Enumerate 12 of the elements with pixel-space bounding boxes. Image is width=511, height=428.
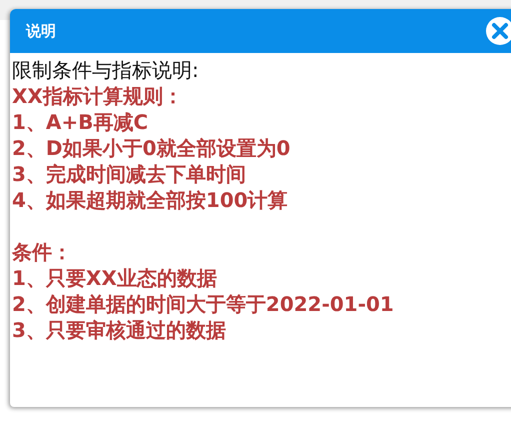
close-icon[interactable] — [485, 16, 511, 46]
rule-text: 2、D如果小于0就全部设置为0 — [12, 135, 292, 161]
rule-text: 4、如果超期就全部按100计算 — [12, 187, 289, 213]
rule-text: 2、创建单据的时间大于等于2022-01-01 — [12, 291, 395, 317]
section-heading: XX指标计算规则： — [12, 83, 184, 109]
rule-text: 3、只要审核通过的数据 — [12, 317, 227, 343]
rule-text: 1、A+B再减C — [12, 109, 150, 135]
window-title: 说明 — [26, 22, 56, 40]
rule-text: 3、完成时间减去下单时间 — [12, 161, 247, 187]
section-heading: 条件： — [12, 239, 73, 265]
rule-text: 1、只要XX业态的数据 — [12, 265, 218, 291]
description-heading: 限制条件与指标说明: — [12, 57, 200, 83]
